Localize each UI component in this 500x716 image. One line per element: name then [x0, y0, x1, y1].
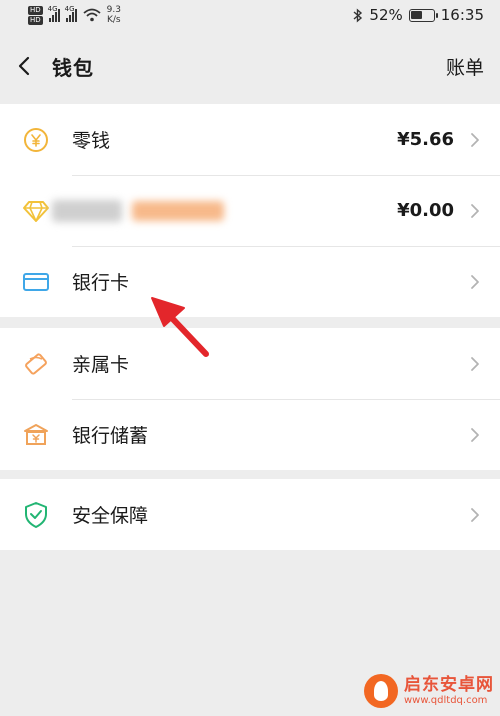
balance-value: ¥0.00 [397, 200, 454, 221]
list-item-label: 亲属卡 [72, 354, 130, 376]
chevron-right-icon [471, 203, 479, 218]
yuan-coin-icon [22, 126, 50, 154]
hd-badges: HD HD [28, 5, 43, 25]
status-left: HD HD 4G 4G 9.3 K/s [28, 5, 121, 25]
watermark-text: 启东安卓网 www.qdltdq.com [404, 676, 494, 706]
list-item-security[interactable]: 安全保障 [0, 479, 500, 550]
wallet-group-security: 安全保障 [0, 479, 500, 550]
header-left: 钱包 [18, 52, 94, 81]
chevron-right-icon [471, 507, 479, 522]
redacted-label [52, 199, 397, 222]
bluetooth-icon [353, 7, 363, 23]
page-title: 钱包 [52, 55, 94, 80]
shield-icon [22, 501, 50, 529]
chevron-right-icon [471, 274, 479, 289]
wallet-group-family: 亲属卡 银行储蓄 [0, 328, 500, 470]
family-card-icon [22, 350, 50, 378]
list-item-bank-savings[interactable]: 银行储蓄 [0, 399, 500, 470]
chevron-right-icon [471, 132, 479, 147]
list-item-redacted[interactable]: ¥0.00 [0, 175, 500, 246]
redacted-text [52, 199, 122, 222]
battery-fill [411, 11, 423, 19]
balance-value: ¥5.66 [397, 129, 454, 150]
list-item-label: 银行卡 [72, 272, 130, 294]
bank-savings-icon [22, 421, 50, 449]
status-right: 52% 16:35 [353, 6, 484, 24]
back-button[interactable] [18, 55, 38, 77]
list-item-label: 银行储蓄 [72, 425, 149, 447]
watermark-logo-icon [364, 674, 398, 708]
list-item-family-card[interactable]: 亲属卡 [0, 328, 500, 399]
speed-unit: K/s [107, 15, 121, 25]
hd-badge: HD [28, 5, 43, 15]
battery-icon [408, 8, 438, 22]
wallet-group-main: 零钱 ¥5.66 ¥0.00 银行卡 [0, 104, 500, 317]
watermark-url: www.qdltdq.com [404, 694, 488, 706]
speed-value: 9.3 [106, 5, 121, 15]
signal-icon: 4G [47, 5, 60, 22]
watermark: 启东安卓网 www.qdltdq.com [364, 674, 494, 708]
network-type: 4G [47, 5, 58, 13]
chevron-right-icon [471, 427, 479, 442]
network-type: 4G [64, 5, 75, 13]
annotation-arrow-icon [151, 297, 209, 357]
list-item-label: 安全保障 [72, 505, 149, 527]
network-speed: 9.3 K/s [107, 5, 121, 25]
status-bar: HD HD 4G 4G 9.3 K/s 52% 16:35 [0, 0, 500, 30]
nav-header: 钱包 账单 [0, 30, 500, 102]
bill-button[interactable]: 账单 [446, 53, 484, 80]
watermark-name: 启东安卓网 [404, 675, 494, 696]
wifi-icon [83, 8, 101, 22]
battery-percent: 52% [369, 6, 403, 24]
chevron-left-icon [18, 56, 30, 76]
redacted-badge [132, 200, 224, 221]
list-item-change[interactable]: 零钱 ¥5.66 [0, 104, 500, 175]
list-item-bank-card[interactable]: 银行卡 [0, 246, 500, 317]
list-item-label: 零钱 [72, 130, 111, 152]
signal-icon: 4G [64, 5, 77, 22]
bank-card-icon [22, 268, 50, 296]
diamond-icon [22, 197, 50, 225]
clock: 16:35 [440, 6, 484, 24]
chevron-right-icon [471, 356, 479, 371]
hd-badge: HD [28, 15, 43, 25]
